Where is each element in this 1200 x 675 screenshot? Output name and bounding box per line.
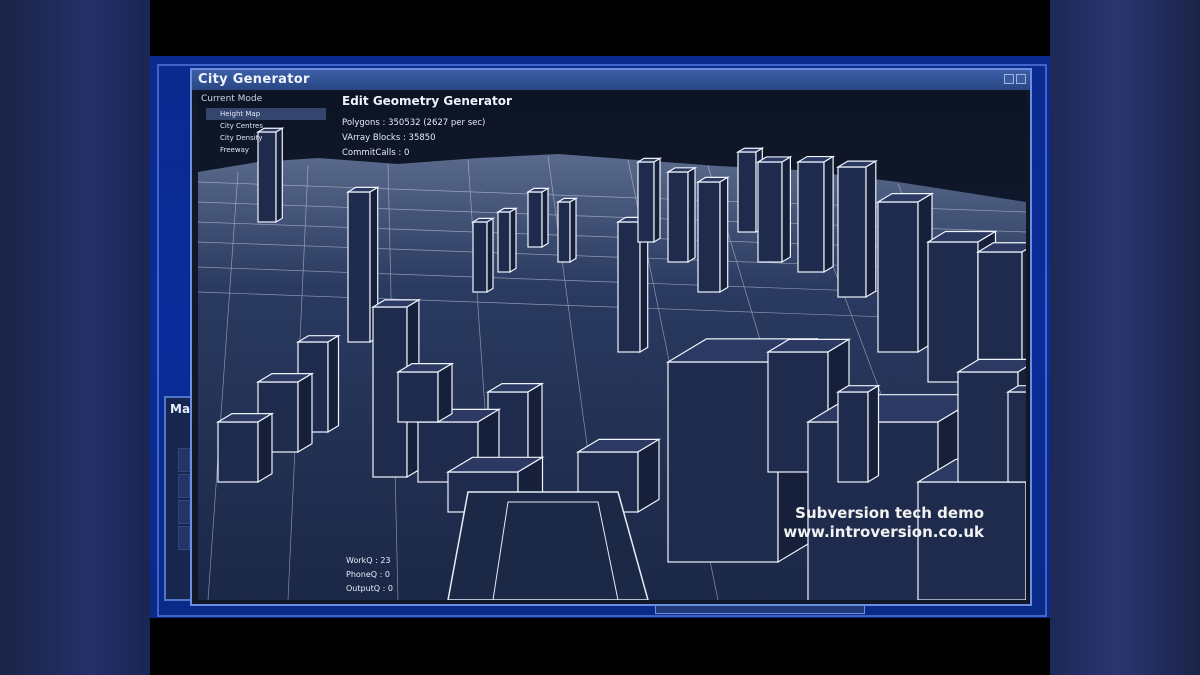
title-bar[interactable]: City Generator [192, 70, 1030, 90]
building-side [509, 207, 517, 274]
watermark-line-1: Subversion tech demo [795, 504, 984, 522]
watermark-line-2: www.introversion.co.uk [783, 523, 984, 541]
building-face [697, 181, 721, 293]
output-queue-stat: OutputQ : 0 [346, 584, 393, 593]
minimize-button[interactable] [1004, 74, 1014, 84]
mode-item-freeway[interactable]: Freeway [206, 144, 326, 156]
mode-item-height-map[interactable]: Height Map [206, 108, 326, 120]
current-mode-label: Current Mode [201, 94, 263, 104]
left-blur-panel [0, 0, 150, 675]
building-side [327, 334, 340, 434]
city-generator-window[interactable]: City Generator Current Mode Height Map C… [190, 68, 1032, 606]
building-face [837, 391, 869, 483]
video-frame: Ma City Generator Current Mode Height Ma… [150, 0, 1050, 675]
building-side [687, 166, 696, 264]
desktop-background: Ma City Generator Current Mode Height Ma… [150, 56, 1050, 618]
commit-stat: CommitCalls : 0 [342, 148, 410, 158]
building-side [653, 157, 661, 244]
right-blur-panel [1050, 0, 1200, 675]
generator-title: Edit Geometry Generator [342, 94, 512, 108]
building-face [527, 191, 543, 248]
building-face [617, 221, 641, 353]
building-face [737, 151, 757, 233]
building-face [472, 221, 488, 293]
varray-stat: VArray Blocks : 35850 [342, 133, 436, 143]
side-window-slot [178, 474, 190, 498]
building-side [541, 187, 549, 249]
work-queue-stat: WorkQ : 23 [346, 556, 391, 565]
polygons-stat: Polygons : 350532 (2627 per sec) [342, 118, 486, 128]
building-face [497, 211, 511, 273]
building-face [837, 166, 867, 298]
building-face [797, 161, 825, 273]
city-viewport[interactable]: Current Mode Height Map City Centres Cit… [198, 92, 1026, 600]
side-window-slot [178, 500, 190, 524]
building-face [927, 241, 979, 383]
side-window-slot [178, 448, 190, 472]
building-side [867, 384, 880, 484]
building-face [557, 201, 571, 263]
building-side [569, 197, 577, 264]
side-window-title: Ma [170, 402, 191, 416]
building-side [437, 362, 453, 424]
building-side [823, 155, 834, 274]
building-side [865, 160, 877, 299]
building-side [257, 412, 273, 484]
building-face [347, 191, 371, 343]
mode-item-city-centres[interactable]: City Centres [206, 120, 326, 132]
building-face [637, 161, 655, 243]
close-button[interactable] [1016, 74, 1026, 84]
building-side [297, 372, 313, 454]
window-title: City Generator [198, 72, 310, 87]
building-face [1007, 391, 1026, 483]
building-face [667, 171, 689, 263]
building-face [217, 421, 259, 483]
building-face [757, 161, 783, 263]
building-face [877, 201, 919, 353]
mode-menu: Height Map City Centres City Density Fre… [206, 108, 326, 156]
phone-queue-stat: PhoneQ : 0 [346, 570, 390, 579]
building-side [719, 176, 729, 294]
building-side [486, 217, 494, 294]
side-window-slot [178, 526, 190, 550]
building-face [917, 481, 1026, 600]
building-face [397, 371, 439, 423]
building-side [781, 155, 792, 264]
mode-item-city-density[interactable]: City Density [206, 132, 326, 144]
building-side [637, 438, 660, 514]
